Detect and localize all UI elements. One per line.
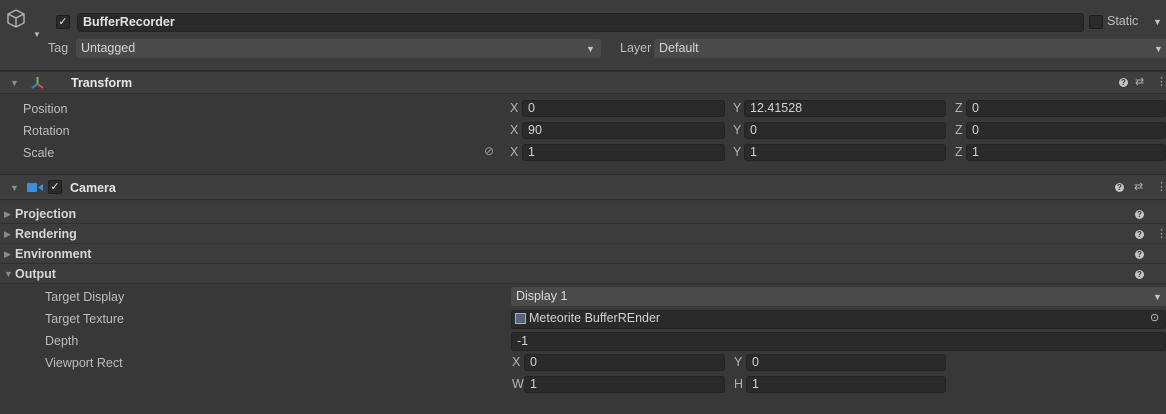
- object-picker-icon[interactable]: ⊙: [1150, 311, 1159, 326]
- gameobject-header: ▼ ✓ BufferRecorder Static ▼ Tag Untagged…: [0, 0, 1166, 71]
- viewport-y-field[interactable]: 0: [746, 354, 946, 371]
- viewport-x-field[interactable]: 0: [524, 354, 725, 371]
- section-title: Projection: [15, 207, 77, 221]
- position-label: Position: [23, 102, 68, 116]
- axis-z-label[interactable]: Z: [955, 100, 963, 117]
- target-texture-field[interactable]: Meteorite BufferREnder ⊙: [511, 310, 1166, 329]
- viewport-w-field[interactable]: 1: [524, 376, 725, 393]
- section-environment[interactable]: ▶ Environment ?: [0, 244, 1166, 264]
- target-display-value: Display 1: [516, 289, 568, 303]
- viewport-h-label[interactable]: H: [734, 376, 743, 393]
- section-projection[interactable]: ▶ Projection ?: [0, 204, 1166, 224]
- component-title: Camera: [70, 181, 116, 195]
- axis-x-label[interactable]: X: [510, 100, 518, 117]
- foldout-arrow-icon[interactable]: ▼: [10, 178, 19, 198]
- help-icon[interactable]: ?: [1135, 210, 1144, 219]
- rotation-label: Rotation: [23, 124, 70, 138]
- scale-y-field[interactable]: 1: [744, 144, 946, 161]
- axis-x-label[interactable]: X: [510, 144, 518, 161]
- kebab-menu-icon[interactable]: ⋮: [1156, 227, 1166, 241]
- section-rendering[interactable]: ▶ Rendering ? ⋮: [0, 224, 1166, 244]
- axis-y-label[interactable]: Y: [733, 100, 741, 117]
- tag-dropdown[interactable]: Untagged ▼: [76, 39, 601, 58]
- chevron-down-icon: ▼: [1154, 44, 1163, 54]
- help-icon[interactable]: ?: [1135, 250, 1144, 259]
- viewport-w-label[interactable]: W: [512, 376, 524, 393]
- section-title: Environment: [15, 247, 92, 261]
- camera-header[interactable]: ▼ ✓ Camera ? ⇄ ⋮: [0, 174, 1166, 200]
- viewport-rect-label: Viewport Rect: [45, 356, 123, 370]
- static-dropdown-icon[interactable]: ▼: [1153, 17, 1162, 27]
- target-texture-label: Target Texture: [45, 312, 124, 326]
- viewport-x-label[interactable]: X: [512, 354, 520, 371]
- foldout-arrow-icon: ▶: [4, 209, 11, 219]
- position-z-field[interactable]: 0: [966, 100, 1166, 117]
- chevron-down-icon: ▼: [1153, 292, 1162, 302]
- position-y-field[interactable]: 12.41528: [744, 100, 946, 117]
- presets-icon[interactable]: ⇄: [1135, 75, 1144, 89]
- render-texture-icon: [515, 313, 526, 325]
- layer-value: Default: [659, 41, 699, 55]
- section-title: Rendering: [15, 227, 77, 241]
- tag-value: Untagged: [81, 41, 136, 55]
- presets-icon[interactable]: ⇄: [1134, 180, 1143, 194]
- chevron-down-icon[interactable]: ▼: [33, 30, 41, 39]
- target-texture-value: Meteorite BufferREnder: [529, 311, 661, 326]
- tag-label: Tag: [48, 41, 69, 55]
- layer-dropdown[interactable]: Default ▼: [654, 39, 1166, 58]
- camera-icon: [27, 182, 43, 196]
- kebab-menu-icon[interactable]: ⋮: [1156, 180, 1166, 194]
- cube-icon: [6, 8, 26, 33]
- rotation-y-field[interactable]: 0: [744, 122, 946, 139]
- transform-axes-icon: [30, 76, 45, 93]
- axis-x-label[interactable]: X: [510, 122, 518, 139]
- target-display-label: Target Display: [45, 290, 125, 304]
- help-icon[interactable]: ?: [1115, 183, 1124, 192]
- foldout-arrow-icon: ▶: [4, 249, 11, 259]
- help-icon[interactable]: ?: [1135, 270, 1144, 279]
- scale-label: Scale: [23, 146, 55, 160]
- viewport-h-field[interactable]: 1: [746, 376, 946, 393]
- axis-z-label[interactable]: Z: [955, 144, 963, 161]
- depth-label: Depth: [45, 334, 79, 348]
- axis-y-label[interactable]: Y: [733, 144, 741, 161]
- depth-field[interactable]: -1: [511, 332, 1166, 351]
- layer-label: Layer: [620, 41, 652, 55]
- static-checkbox[interactable]: [1089, 15, 1103, 29]
- static-label[interactable]: Static: [1107, 14, 1138, 28]
- component-title: Transform: [71, 76, 133, 90]
- kebab-menu-icon[interactable]: ⋮: [1156, 75, 1166, 89]
- foldout-arrow-icon: ▼: [4, 269, 13, 279]
- foldout-arrow-icon: ▶: [4, 229, 11, 239]
- chevron-down-icon: ▼: [586, 44, 595, 54]
- scale-z-field[interactable]: 1: [966, 144, 1166, 161]
- camera-enabled-checkbox[interactable]: ✓: [48, 180, 62, 194]
- axis-z-label[interactable]: Z: [955, 122, 963, 139]
- rotation-z-field[interactable]: 0: [966, 122, 1166, 139]
- scale-x-field[interactable]: 1: [522, 144, 725, 161]
- name-field[interactable]: BufferRecorder: [77, 13, 1084, 32]
- active-checkbox[interactable]: ✓: [56, 15, 70, 29]
- viewport-y-label[interactable]: Y: [734, 354, 742, 371]
- help-icon[interactable]: ?: [1119, 78, 1128, 87]
- target-display-dropdown[interactable]: Display 1 ▼: [511, 287, 1166, 306]
- transform-header[interactable]: ▼ Transform ? ⇄ ⋮: [0, 71, 1166, 94]
- section-title: Output: [15, 267, 56, 281]
- constrain-proportions-icon[interactable]: ⊘: [484, 144, 494, 158]
- help-icon[interactable]: ?: [1135, 230, 1144, 239]
- rotation-x-field[interactable]: 90: [522, 122, 725, 139]
- section-output[interactable]: ▼ Output ?: [0, 264, 1166, 284]
- axis-y-label[interactable]: Y: [733, 122, 741, 139]
- position-x-field[interactable]: 0: [522, 100, 725, 117]
- foldout-arrow-icon[interactable]: ▼: [10, 73, 19, 93]
